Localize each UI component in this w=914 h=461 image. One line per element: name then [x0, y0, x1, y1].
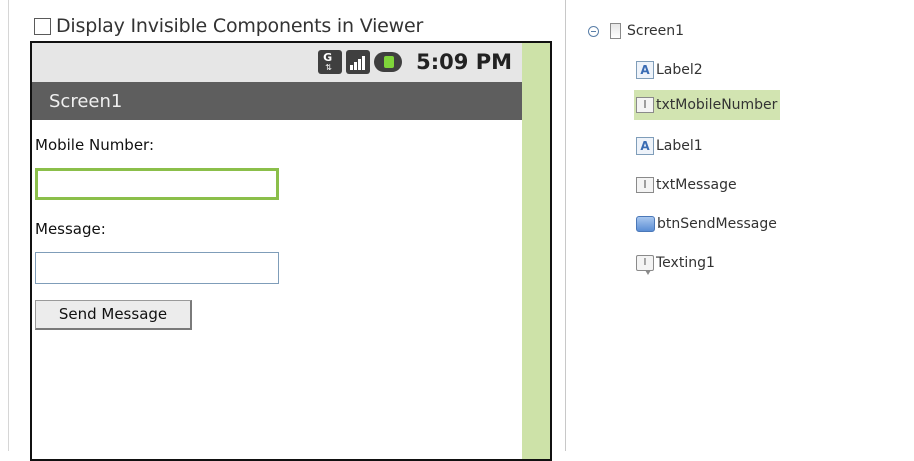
- label-icon: A: [636, 137, 654, 155]
- tree-node-btnsendmessage[interactable]: btnSendMessage: [636, 209, 777, 239]
- textbox-icon: I: [636, 97, 654, 113]
- screen-icon: [610, 23, 621, 39]
- viewer-left-divider: [8, 0, 9, 451]
- display-invisible-row[interactable]: Display Invisible Components in Viewer: [34, 13, 423, 39]
- mobile-number-label: Mobile Number:: [35, 136, 155, 154]
- display-invisible-checkbox[interactable]: [34, 17, 51, 35]
- network-type-icon: G ⇅: [318, 50, 343, 74]
- tree-node-label1[interactable]: A Label1: [636, 131, 703, 161]
- viewer-pane: Display Invisible Components in Viewer G…: [0, 0, 566, 461]
- data-arrows-icon: ⇅: [325, 63, 332, 72]
- button-icon: [636, 216, 655, 232]
- battery-fill: [384, 56, 395, 68]
- mobile-number-input[interactable]: [35, 168, 279, 200]
- collapse-icon[interactable]: [588, 25, 599, 37]
- send-message-button[interactable]: Send Message: [35, 300, 192, 330]
- status-icons: G ⇅ 5:09 PM: [318, 49, 512, 75]
- tree-node-label[interactable]: Label1: [656, 138, 703, 154]
- phone-preview: G ⇅ 5:09 PM Screen1 Mobile Number: Messa…: [30, 41, 552, 461]
- screen-title: Screen1: [49, 91, 123, 112]
- tree-node-label[interactable]: txtMobileNumber: [656, 97, 777, 113]
- viewer-scroll-strip: [522, 43, 550, 459]
- message-input[interactable]: [35, 252, 279, 284]
- display-invisible-label[interactable]: Display Invisible Components in Viewer: [56, 15, 423, 37]
- status-bar: G ⇅ 5:09 PM: [32, 43, 522, 82]
- tree-node-txtmobilenumber[interactable]: I txtMobileNumber: [634, 90, 781, 120]
- tree-node-label2[interactable]: A Label2: [636, 55, 703, 85]
- textbox-icon: I: [636, 177, 654, 193]
- texting-icon: I: [636, 255, 654, 275]
- label-icon: A: [636, 61, 654, 79]
- components-tree: Screen1 A Label2 I txtMobileNumber A Lab…: [566, 0, 914, 451]
- message-label: Message:: [35, 220, 106, 238]
- tree-node-label[interactable]: Label2: [656, 62, 703, 78]
- battery-charging-icon: [374, 52, 403, 72]
- tree-node-txtmessage[interactable]: I txtMessage: [636, 170, 737, 200]
- tree-node-screen1[interactable]: Screen1: [588, 16, 684, 46]
- screen-title-bar: Screen1: [32, 82, 522, 120]
- tree-node-label[interactable]: btnSendMessage: [657, 216, 777, 232]
- tree-node-label[interactable]: txtMessage: [656, 177, 737, 193]
- tree-node-label[interactable]: Texting1: [656, 255, 715, 271]
- tree-node-label[interactable]: Screen1: [627, 23, 684, 39]
- signal-strength-icon: [346, 50, 371, 74]
- status-clock: 5:09 PM: [416, 50, 512, 74]
- tree-node-texting1[interactable]: I Texting1: [636, 248, 715, 278]
